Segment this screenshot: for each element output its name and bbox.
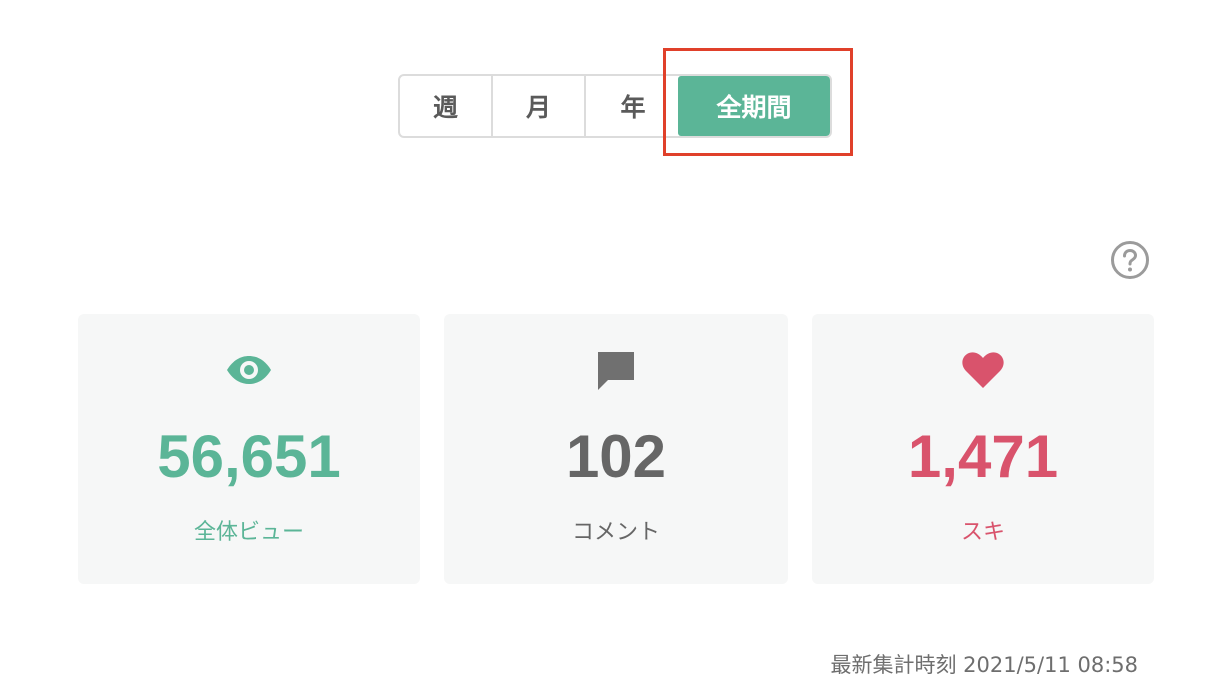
comment-icon bbox=[592, 348, 640, 392]
tab-week[interactable]: 週 bbox=[400, 76, 493, 136]
tab-month[interactable]: 月 bbox=[493, 76, 586, 136]
tab-year[interactable]: 年 bbox=[586, 76, 680, 136]
comments-card: 102 コメント bbox=[444, 314, 788, 584]
views-value: 56,651 bbox=[157, 423, 341, 490]
question-circle-icon[interactable] bbox=[1110, 240, 1150, 280]
tab-all-time[interactable]: 全期間 bbox=[678, 76, 830, 136]
views-card: 56,651 全体ビュー bbox=[78, 314, 420, 584]
last-updated-text: 最新集計時刻 2021/5/11 08:58 bbox=[830, 653, 1138, 677]
likes-label: スキ bbox=[960, 520, 1005, 545]
views-label: 全体ビュー bbox=[193, 520, 304, 545]
likes-value: 1,471 bbox=[907, 423, 1059, 490]
heart-icon bbox=[959, 348, 1007, 392]
comments-value: 102 bbox=[565, 423, 667, 490]
likes-card: 1,471 スキ bbox=[812, 314, 1154, 584]
comments-label: コメント bbox=[571, 520, 660, 545]
eye-icon bbox=[225, 348, 273, 392]
period-tabs: 週 月 年 全期間 bbox=[398, 74, 832, 138]
